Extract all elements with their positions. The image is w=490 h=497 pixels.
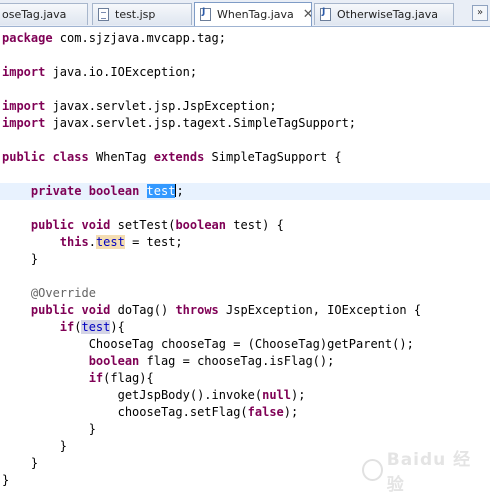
- code-line-13: this.test = test;: [59, 235, 183, 249]
- java-file-icon: [320, 7, 331, 21]
- tab-otherwise-tag[interactable]: OtherwiseTag.java: [314, 3, 454, 25]
- tab-label: oseTag.java: [2, 8, 67, 21]
- code-line-1: package com.sjzjava.mvcapp.tag;: [2, 31, 226, 45]
- code-line-3: import java.io.IOException;: [2, 65, 198, 79]
- code-line-14: }: [2, 252, 39, 266]
- watermark-text: Baidu 经验: [386, 450, 472, 495]
- code-line-20: boolean flag = chooseTag.isFlag();: [88, 354, 335, 368]
- keyword: if: [59, 320, 75, 334]
- keyword: package: [2, 31, 53, 45]
- code-line-17: public void doTag() throws JspException,…: [30, 303, 422, 317]
- code-line-23: chooseTag.setFlag(false);: [2, 405, 299, 419]
- field-occurrence-read: test: [81, 320, 111, 334]
- tab-label: OtherwiseTag.java: [337, 8, 438, 21]
- code-editor[interactable]: package com.sjzjava.mvcapp.tag; import j…: [0, 27, 490, 497]
- code-line-24: }: [2, 422, 96, 436]
- keyword: class: [52, 150, 89, 164]
- code-line-8: public class WhenTag extends SimpleTagSu…: [2, 150, 342, 164]
- keyword: public: [30, 218, 75, 232]
- keyword: false: [247, 405, 284, 419]
- code-line-6: import javax.servlet.jsp.tagext.SimpleTa…: [2, 116, 357, 130]
- baidu-paw-logo: [362, 459, 383, 481]
- keyword: import: [2, 65, 46, 79]
- text-cursor: [175, 184, 177, 197]
- more-tabs-icon[interactable]: »: [472, 5, 488, 21]
- keyword: public: [30, 303, 75, 317]
- tab-when-tag[interactable]: WhenTag.java ✕: [194, 2, 312, 26]
- keyword: void: [81, 303, 111, 317]
- code-line-10-current: private boolean test;: [0, 183, 490, 200]
- keyword: private: [30, 184, 82, 198]
- tab-test-jsp[interactable]: test.jsp: [92, 3, 192, 25]
- keyword: import: [2, 116, 46, 130]
- keyword: extends: [153, 150, 205, 164]
- code-line-16: @Override: [0, 285, 490, 302]
- code-line-18: if(test){: [59, 320, 125, 334]
- keyword: this: [59, 235, 89, 249]
- code-line-12: public void setTest(boolean test) {: [30, 218, 284, 232]
- tab-choose-tag[interactable]: oseTag.java: [0, 3, 88, 25]
- close-icon[interactable]: ✕: [303, 8, 311, 21]
- code-line-5: import javax.servlet.jsp.JspException;: [2, 99, 277, 113]
- watermark: Baidu 经验: [362, 450, 482, 495]
- keyword: throws: [175, 303, 219, 317]
- tab-label: test.jsp: [115, 8, 156, 21]
- keyword: boolean: [88, 354, 140, 368]
- selected-identifier: test: [146, 184, 176, 198]
- keyword: import: [2, 99, 46, 113]
- keyword: null: [262, 388, 291, 402]
- keyword: void: [81, 218, 111, 232]
- code-line-22: getJspBody().invoke(null);: [2, 388, 306, 402]
- keyword: public: [2, 150, 46, 164]
- field-occurrence-write: test: [95, 235, 125, 249]
- jsp-file-icon: [98, 8, 109, 21]
- code-line-19: ChooseTag chooseTag = (ChooseTag)getPare…: [2, 337, 414, 351]
- editor-tab-bar: oseTag.java test.jsp WhenTag.java ✕ Othe…: [0, 0, 490, 27]
- keyword: if: [88, 371, 104, 385]
- java-file-icon: [200, 7, 211, 21]
- keyword: boolean: [88, 184, 140, 198]
- tab-label: WhenTag.java: [217, 8, 294, 21]
- code-line-21: if(flag){: [88, 371, 154, 385]
- annotation: @Override: [30, 286, 96, 300]
- keyword: boolean: [175, 218, 227, 232]
